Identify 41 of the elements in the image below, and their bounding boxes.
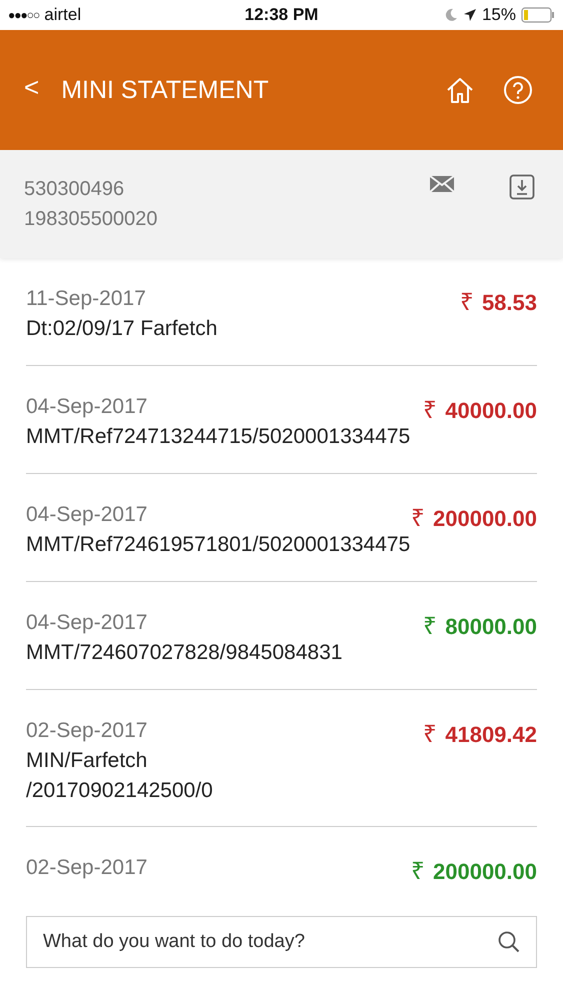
battery-icon: [520, 7, 555, 23]
download-icon[interactable]: [509, 174, 535, 200]
rupee-sign: ₹: [411, 857, 425, 886]
carrier-name: airtel: [44, 5, 82, 25]
transaction-description: Dt:02/09/17 Farfetch: [26, 316, 218, 342]
transaction-description: MMT/Ref724619571801/5020001334475: [26, 532, 410, 558]
transaction-date: 04-Sep-2017: [26, 394, 148, 420]
transaction-amount: 200000.00: [433, 859, 537, 885]
rupee-sign: ₹: [423, 612, 438, 641]
page-title: MINI STATEMENT: [61, 76, 270, 104]
transaction-description: MMT/Ref724713244715/5020001334475: [26, 424, 410, 450]
transaction-description: MMT/724607027828/9845084831: [26, 640, 342, 666]
transaction-description: MIN/Farfetch: [26, 748, 148, 774]
rupee-sign: ₹: [423, 396, 438, 425]
transaction-date: 04-Sep-2017: [26, 610, 148, 636]
transaction-description: /20170902142500/0: [26, 778, 213, 804]
transaction-date: 02-Sep-2017: [26, 718, 148, 744]
account-number: 530300496: [24, 177, 126, 202]
transaction-date: 11-Sep-2017: [26, 286, 147, 312]
transaction-date: 02-Sep-2017: [26, 855, 148, 881]
transaction-amount: 41809.42: [445, 722, 537, 748]
location-arrow-icon: [462, 8, 477, 22]
home-icon[interactable]: [445, 75, 475, 105]
help-icon[interactable]: [503, 75, 533, 105]
mail-icon[interactable]: [429, 174, 455, 194]
rupee-sign: ₹: [423, 720, 438, 749]
transaction-amount: 80000.00: [445, 614, 537, 640]
back-button[interactable]: <: [20, 72, 50, 108]
search-icon[interactable]: [497, 930, 521, 954]
rupee-sign: ₹: [411, 504, 425, 533]
account-number: 198305500020: [24, 207, 158, 232]
search-field[interactable]: What do you want to do today?: [26, 916, 537, 968]
clock: 12:38 PM: [244, 5, 318, 25]
rupee-sign: ₹: [460, 288, 474, 317]
transaction-amount: 58.53: [482, 290, 537, 316]
transaction-amount: 200000.00: [433, 506, 537, 532]
signal-strength: ●●●○○: [8, 8, 40, 22]
transaction-date: 04-Sep-2017: [26, 502, 148, 528]
battery-percent: 15%: [482, 5, 516, 25]
transaction-amount: 40000.00: [445, 398, 537, 424]
moon-icon: [444, 8, 458, 22]
